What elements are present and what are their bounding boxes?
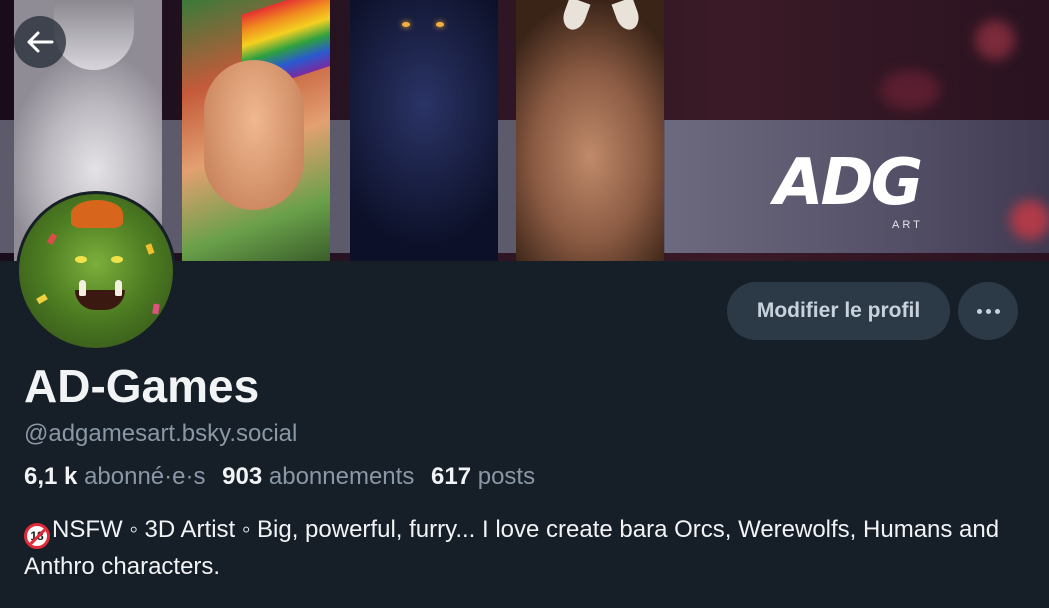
- bokeh-light: [880, 70, 940, 110]
- profile-bio: 18 NSFW ◦ 3D Artist ◦ Big, powerful, furr…: [24, 512, 1024, 585]
- banner-artwork-3: [350, 0, 498, 261]
- bokeh-light: [975, 20, 1015, 60]
- avatar[interactable]: [16, 191, 176, 351]
- adg-logo: ADG ART: [774, 143, 934, 235]
- logo-text: ADG: [774, 146, 923, 220]
- more-horizontal-icon: [975, 308, 1002, 314]
- followers-label: abonné·e·s: [84, 463, 206, 490]
- more-options-button[interactable]: [958, 282, 1018, 340]
- following-label: abonnements: [268, 463, 415, 490]
- back-button[interactable]: [14, 16, 66, 68]
- followers-stat[interactable]: 6,1 k abonné·e·s: [24, 463, 205, 490]
- following-stat[interactable]: 903 abonnements: [222, 463, 414, 490]
- banner-artwork-4: [516, 0, 664, 261]
- banner-artwork-2: [182, 0, 330, 261]
- edit-profile-button[interactable]: Modifier le profil: [727, 282, 950, 340]
- posts-count: 617: [431, 463, 472, 490]
- no-under-18-icon: 18: [24, 523, 50, 549]
- display-name: AD-Games: [24, 360, 260, 412]
- bio-text: NSFW ◦ 3D Artist ◦ Big, powerful, furry.…: [24, 516, 1000, 580]
- logo-subtext: ART: [892, 219, 923, 231]
- followers-count: 6,1 k: [24, 463, 78, 490]
- following-count: 903: [222, 463, 263, 490]
- profile-handle[interactable]: @adgamesart.bsky.social: [24, 419, 297, 449]
- bokeh-light: [1010, 200, 1049, 240]
- profile-stats: 6,1 k abonné·e·s 903 abonnements 617 pos…: [24, 462, 545, 492]
- arrow-left-icon: [27, 31, 54, 53]
- posts-label: posts: [477, 463, 536, 490]
- posts-stat: 617 posts: [431, 463, 535, 490]
